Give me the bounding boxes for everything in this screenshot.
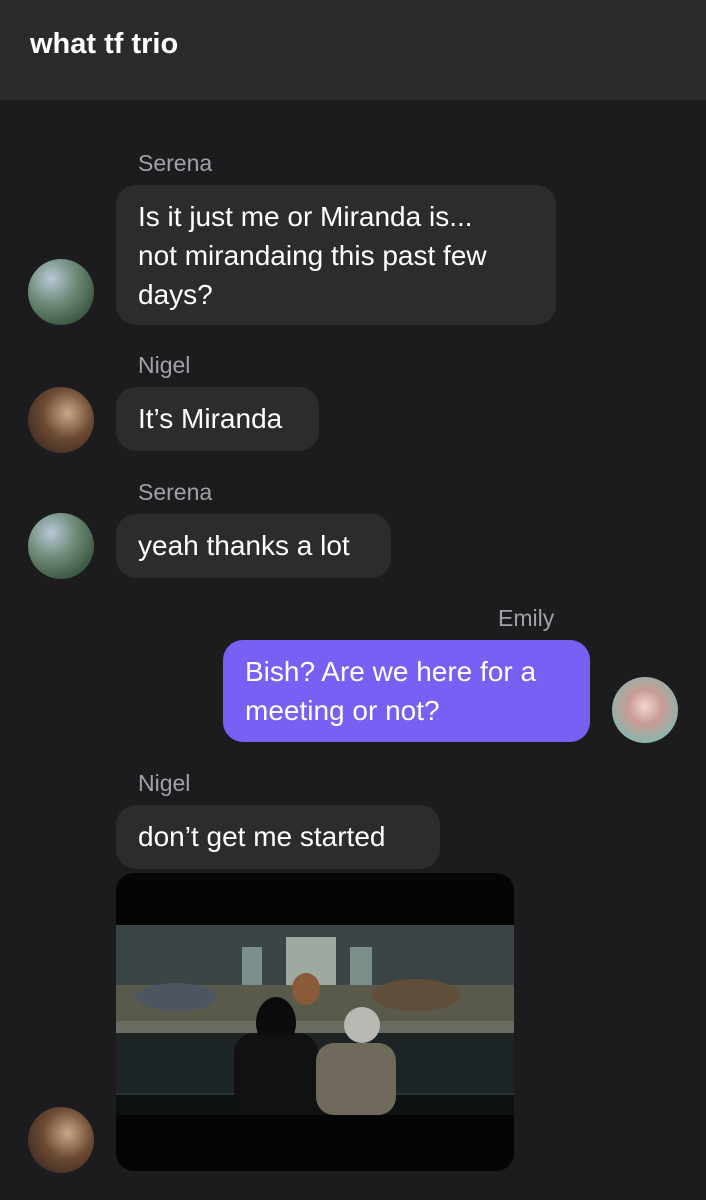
sender-name: Serena xyxy=(138,479,213,505)
message-bubble[interactable]: Is it just me or Miranda is... not miran… xyxy=(116,185,556,325)
sender-name: Nigel xyxy=(138,770,191,796)
chat-title[interactable]: what tf trio xyxy=(30,28,178,61)
image-attachment[interactable] xyxy=(116,873,514,1171)
message-bubble[interactable]: yeah thanks a lot xyxy=(116,514,391,578)
avatar-nigel[interactable] xyxy=(28,387,94,453)
avatar-serena[interactable] xyxy=(28,513,94,579)
message-bubble[interactable]: It’s Miranda xyxy=(116,387,319,451)
attachment-image xyxy=(116,873,514,1171)
avatar-nigel[interactable] xyxy=(28,1107,94,1173)
sender-name: Nigel xyxy=(138,352,191,378)
chat-header: what tf trio xyxy=(0,0,706,100)
message-bubble-outgoing[interactable]: Bish? Are we here for a meeting or not? xyxy=(223,640,590,742)
sender-name: Emily xyxy=(498,605,555,631)
avatar-emily[interactable] xyxy=(612,677,678,743)
avatar-serena[interactable] xyxy=(28,259,94,325)
sender-name: Serena xyxy=(138,150,213,176)
message-bubble[interactable]: don’t get me started xyxy=(116,805,440,869)
